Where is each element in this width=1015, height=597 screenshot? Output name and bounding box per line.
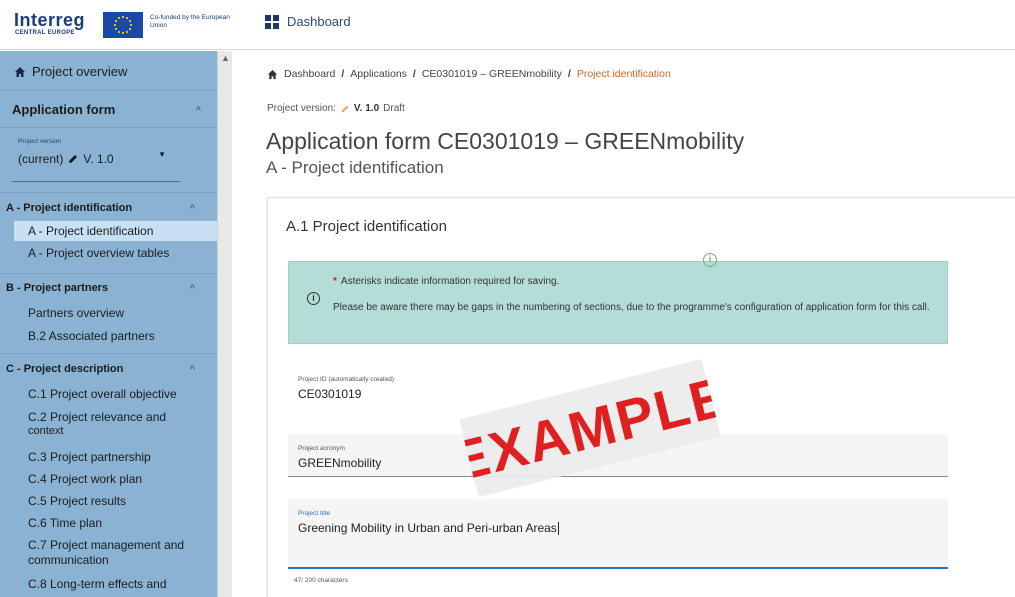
project-id-value: CE0301019: [298, 387, 362, 401]
text-cursor: [557, 522, 559, 536]
project-version-value: V. 1.0: [353, 103, 380, 114]
version-number: V. 1.0: [83, 152, 114, 166]
application-form-label: Application form: [12, 102, 116, 117]
breadcrumb-separator: /: [412, 68, 416, 80]
home-icon[interactable]: [267, 69, 278, 80]
project-acronym-value[interactable]: GREENmobility: [298, 456, 381, 470]
project-title-text: Greening Mobility in Urban and Peri-urba…: [298, 521, 557, 535]
sidebar-item-associated-partners[interactable]: B.2 Associated partners: [14, 328, 217, 344]
top-bar: Interreg CENTRAL EUROPE Co-funded by the…: [0, 0, 1015, 50]
sidebar: Project overview Application form ^ Proj…: [0, 51, 232, 597]
logo-text: Interreg: [14, 10, 86, 30]
group-a-header[interactable]: A - Project identification ^: [0, 197, 217, 219]
eu-cofunded-text: Co-funded by the European Union: [150, 14, 230, 29]
group-c-header[interactable]: C - Project description ^: [0, 358, 217, 380]
eu-flag-icon: [103, 12, 143, 38]
breadcrumb-applications[interactable]: Applications: [350, 68, 407, 80]
dashboard-grid-icon: [265, 14, 279, 29]
project-version-status: Draft: [383, 103, 405, 114]
project-title-label: Project title: [298, 510, 331, 517]
sidebar-scrollbar[interactable]: ▲: [217, 51, 232, 597]
sidebar-project-overview[interactable]: Project overview: [0, 51, 217, 91]
info-line-asterisks: * Asterisks indicate information required…: [333, 276, 560, 287]
info-box: i * Asterisks indicate information requir…: [288, 261, 948, 344]
home-icon: [15, 66, 25, 77]
dashboard-link[interactable]: Dashboard: [265, 14, 351, 29]
chevron-up-icon: ^: [189, 203, 195, 213]
chevron-up-icon: ^: [195, 105, 201, 115]
sidebar-item-c7[interactable]: C.7 Project management and: [14, 537, 217, 553]
project-version-select[interactable]: Project version (current) V. 1.0 ▼: [12, 130, 180, 182]
project-title-value[interactable]: Greening Mobility in Urban and Peri-urba…: [298, 521, 559, 536]
page-subtitle: A - Project identification: [266, 158, 444, 177]
project-title-field[interactable]: Project title Greening Mobility in Urban…: [288, 499, 948, 569]
group-b-title: B - Project partners: [6, 282, 109, 294]
group-b-header[interactable]: B - Project partners ^: [0, 277, 217, 299]
chevron-up-icon: ^: [189, 364, 195, 374]
character-count: 47/ 200 characters: [294, 577, 348, 584]
sidebar-item-c6[interactable]: C.6 Time plan: [14, 515, 217, 531]
divider: [0, 353, 217, 354]
dashboard-label: Dashboard: [287, 14, 351, 29]
breadcrumb: Dashboard / Applications / CE0301019 – G…: [267, 68, 671, 80]
sidebar-item-a-project-identification[interactable]: A - Project identification: [14, 221, 217, 241]
main-content: Dashboard / Applications / CE0301019 – G…: [233, 51, 1015, 597]
breadcrumb-application[interactable]: CE0301019 – GREENmobility: [422, 68, 562, 80]
page-title: Application form CE0301019 – GREENmobili…: [266, 128, 745, 154]
divider: [0, 127, 217, 128]
card-title: A.1 Project identification: [286, 218, 447, 235]
breadcrumb-separator: /: [567, 68, 571, 80]
scroll-up-arrow-icon[interactable]: ▲: [221, 53, 230, 63]
logo-subtext: CENTRAL EUROPE: [15, 30, 75, 36]
sidebar-item-c7-cont[interactable]: communication: [14, 552, 217, 568]
caret-down-icon: ▼: [158, 150, 166, 159]
group-a-title: A - Project identification: [6, 202, 133, 214]
sidebar-item-a-project-overview-tables[interactable]: A - Project overview tables: [14, 245, 217, 261]
sidebar-item-c5[interactable]: C.5 Project results: [14, 493, 217, 509]
sidebar-item-c1[interactable]: C.1 Project overall objective: [14, 386, 217, 402]
chevron-up-icon: ^: [189, 283, 195, 293]
project-version-line: Project version: V. 1.0 Draft: [267, 103, 405, 114]
divider: [0, 192, 217, 193]
breadcrumb-separator: /: [341, 68, 345, 80]
sidebar-item-c3[interactable]: C.3 Project partnership: [14, 449, 217, 465]
acronym-info-icon[interactable]: i: [703, 253, 717, 267]
project-acronym-label: Project acronym: [298, 445, 345, 452]
project-overview-label: Project overview: [32, 64, 128, 79]
breadcrumb-current: Project identification: [576, 68, 671, 80]
project-version-label: Project version:: [267, 103, 336, 114]
sidebar-item-c2-cont[interactable]: context: [14, 423, 217, 439]
sidebar-application-form[interactable]: Application form ^: [0, 95, 217, 125]
version-small-label: Project version: [18, 138, 61, 145]
group-c-title: C - Project description: [6, 363, 124, 375]
pencil-icon: [341, 105, 349, 112]
info-circle-icon: i: [307, 292, 320, 305]
project-id-label: Project ID (automatically created): [298, 376, 395, 383]
divider: [0, 273, 217, 274]
version-current: (current): [18, 152, 64, 166]
info-line-gaps: Please be aware there may be gaps in the…: [333, 302, 930, 313]
sidebar-item-c4[interactable]: C.4 Project work plan: [14, 471, 217, 487]
pencil-icon: [69, 155, 78, 163]
info-asterisk-text: Asterisks indicate information required …: [340, 276, 560, 287]
sidebar-item-partners-overview[interactable]: Partners overview: [14, 305, 217, 321]
interreg-logo[interactable]: Interreg CENTRAL EUROPE Co-funded by the…: [14, 10, 230, 40]
breadcrumb-dashboard[interactable]: Dashboard: [284, 68, 335, 80]
sidebar-item-c8[interactable]: C.8 Long-term effects and: [14, 576, 217, 592]
